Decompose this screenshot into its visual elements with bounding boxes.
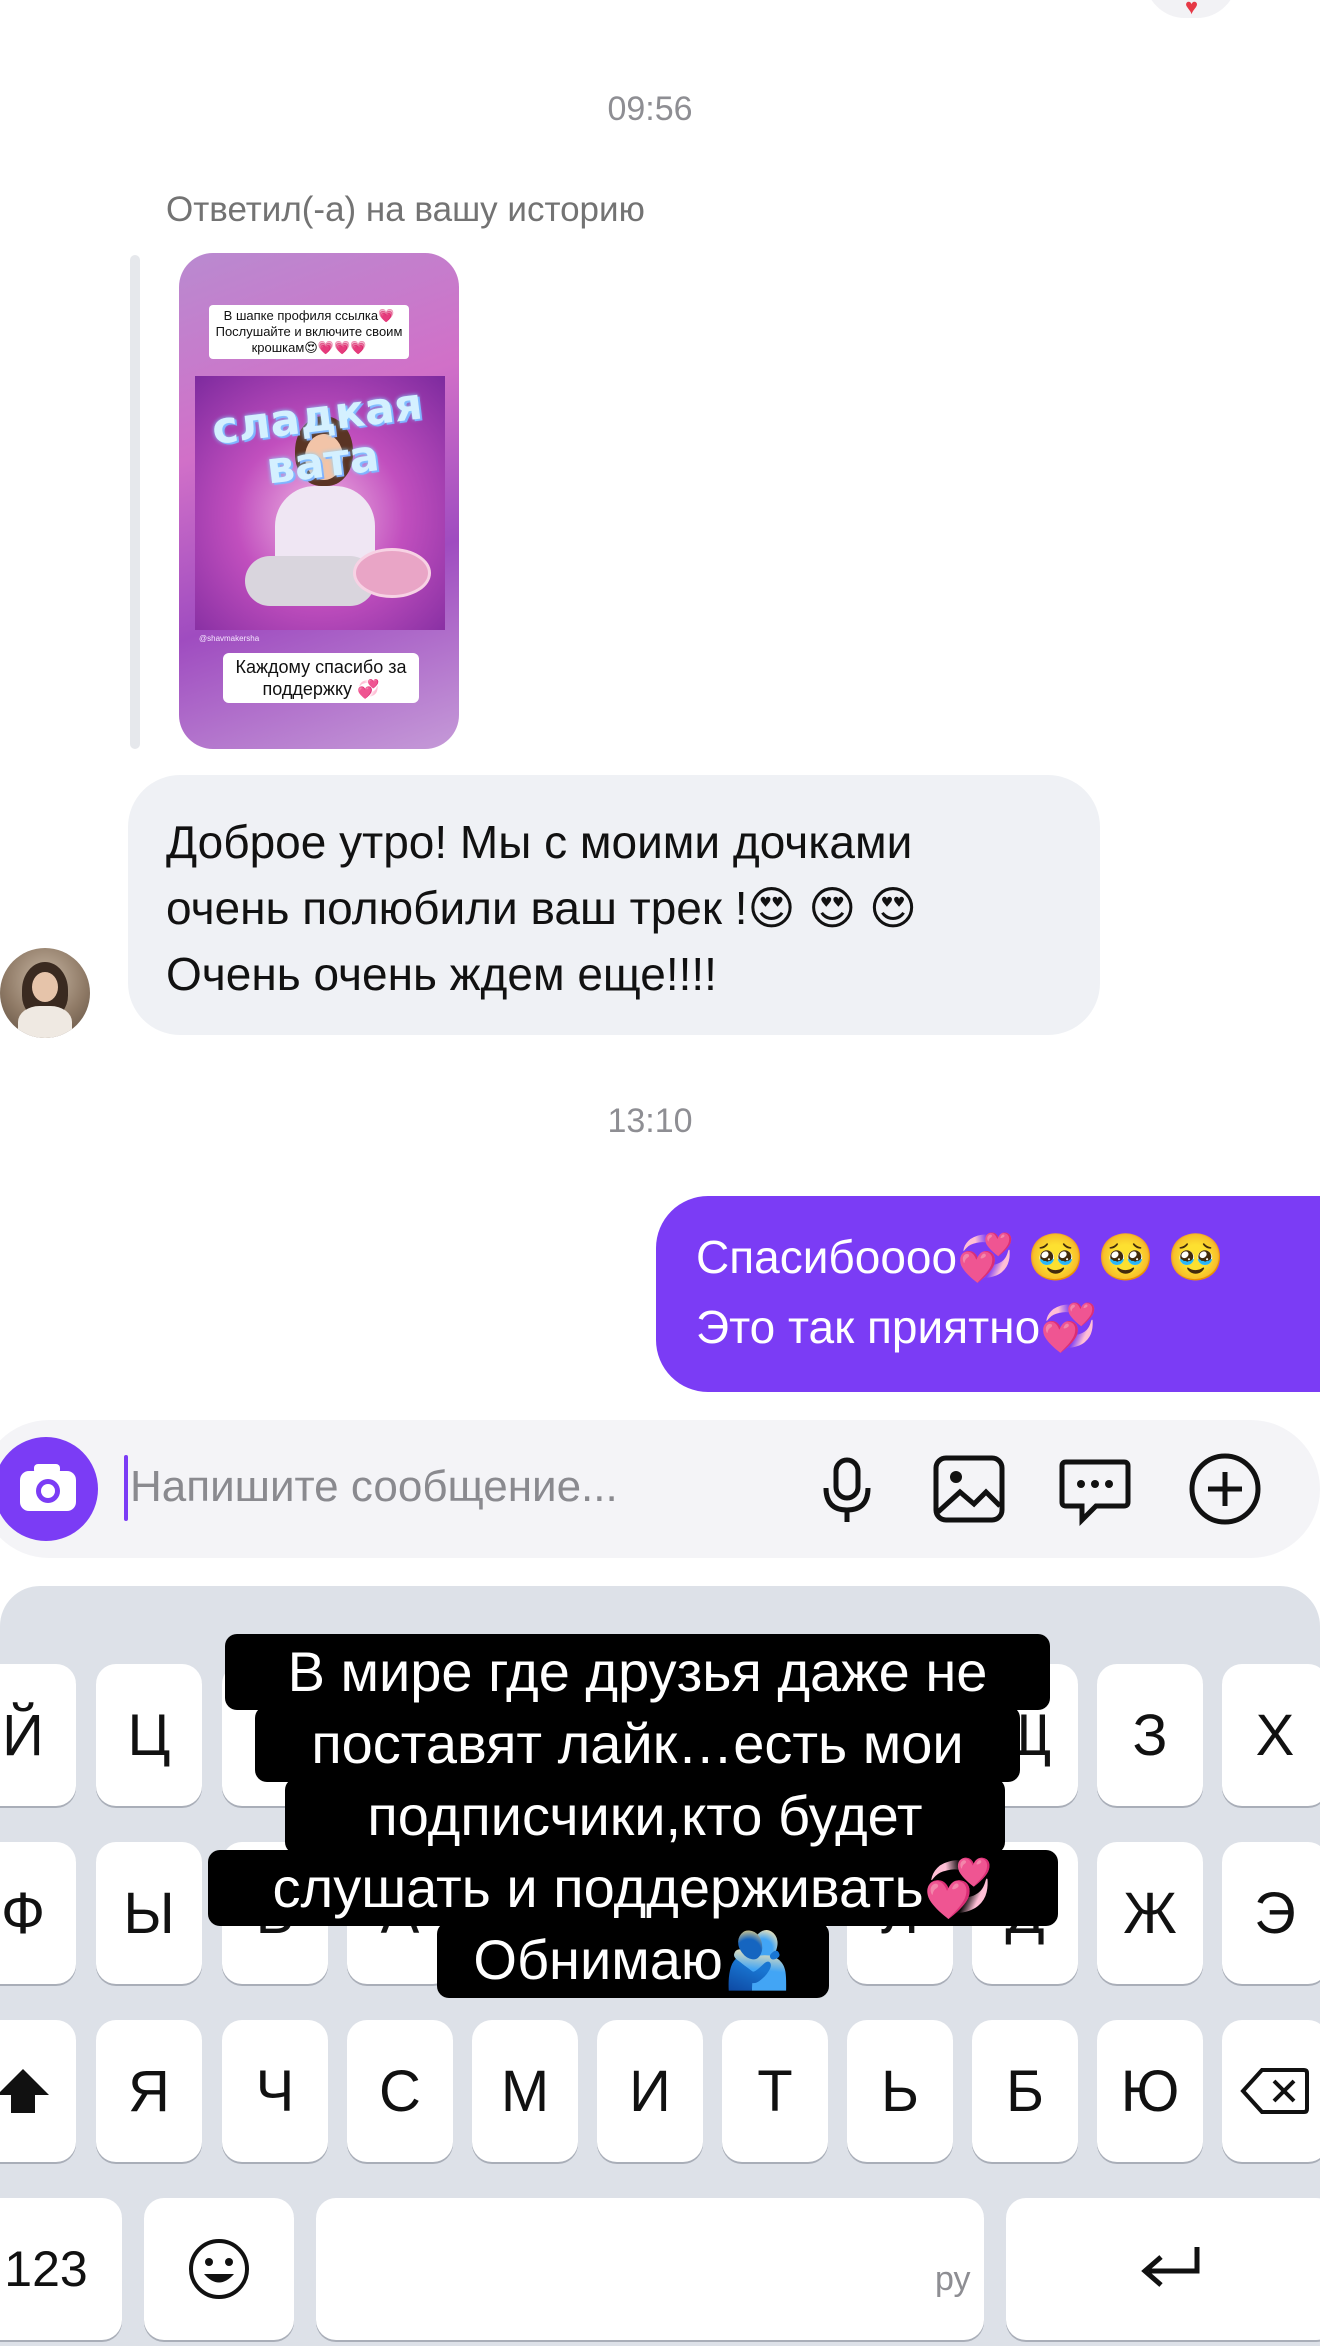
overlay-caption-line: подписчики,кто будет	[285, 1778, 1005, 1854]
key[interactable]: Ц	[96, 1664, 202, 1806]
return-key[interactable]	[1006, 2198, 1320, 2340]
overlay-caption-line: поставят лайк…есть мои	[255, 1706, 1020, 1782]
key[interactable]: М	[472, 2020, 578, 2162]
story-top-caption: В шапке профиля ссылка💗 Послушайте и вкл…	[209, 305, 409, 359]
space-key[interactable]	[316, 2198, 984, 2340]
story-handle: @shavmakersha	[199, 634, 260, 643]
message-line: Доброе утро! Мы с моими дочками	[166, 816, 913, 868]
key[interactable]: Ь	[847, 2020, 953, 2162]
story-photo: сладкая вата	[195, 376, 445, 630]
message-line: Спасибоооо💞 🥹 🥹 🥹	[696, 1231, 1225, 1283]
backspace-icon	[1240, 2068, 1309, 2114]
key[interactable]: Ч	[222, 2020, 328, 2162]
numbers-key[interactable]: 123	[0, 2198, 122, 2340]
camera-icon	[20, 1464, 76, 1511]
gallery-icon[interactable]	[930, 1450, 1008, 1528]
shift-icon	[0, 2069, 49, 2113]
reply-indicator-line	[130, 255, 140, 749]
story-reply-label: Ответил(-а) на вашу историю	[166, 190, 645, 229]
chat-screen: ♥ 09:56 Ответил(-а) на вашу историю В ша…	[0, 0, 1320, 2346]
key[interactable]: Б	[972, 2020, 1078, 2162]
story-photo-title: сладкая вата	[209, 378, 426, 495]
keyboard-language-label: ру	[935, 2260, 971, 2298]
story-cake	[353, 548, 431, 598]
key[interactable]: З	[1097, 1664, 1203, 1806]
emoji-key[interactable]	[144, 2198, 294, 2340]
key[interactable]: Я	[96, 2020, 202, 2162]
avatar-face	[32, 972, 58, 1002]
return-icon	[1141, 2247, 1200, 2287]
backspace-key[interactable]	[1222, 2020, 1320, 2162]
timestamp: 13:10	[607, 1102, 693, 1140]
story-preview[interactable]: В шапке профиля ссылка💗 Послушайте и вкл…	[179, 253, 459, 749]
key[interactable]: Ю	[1097, 2020, 1203, 2162]
message-line: Это так приятно💞	[696, 1301, 1098, 1353]
key[interactable]: И	[597, 2020, 703, 2162]
timestamp: 09:56	[607, 90, 693, 128]
story-bottom-caption: Каждому спасибо за поддержку 💞	[223, 653, 419, 703]
outgoing-message-bubble[interactable]: Спасибоооо💞 🥹 🥹 🥹 Это так приятно💞	[656, 1196, 1320, 1392]
overlay-caption-line: В мире где друзья даже не	[225, 1634, 1050, 1710]
message-line: Очень очень ждем еще!!!!	[166, 948, 717, 1000]
key[interactable]: Й	[0, 1664, 76, 1806]
key[interactable]: С	[347, 2020, 453, 2162]
key[interactable]: Э	[1222, 1842, 1320, 1984]
message-line: очень полюбили ваш трек !😍 😍 😍	[166, 882, 917, 934]
key[interactable]: Ф	[0, 1842, 76, 1984]
overlay-caption-line: Обнимаю🫂	[437, 1922, 829, 1998]
heart-icon: ♥	[1185, 0, 1199, 19]
plus-circle-icon[interactable]	[1186, 1450, 1264, 1528]
shift-key[interactable]	[0, 2020, 76, 2162]
overlay-caption-line: слушать и поддерживать💞	[208, 1850, 1058, 1926]
key[interactable]: Ы	[96, 1842, 202, 1984]
chat-bubble-icon[interactable]	[1056, 1450, 1134, 1528]
emoji-icon	[189, 2239, 249, 2299]
incoming-message-bubble[interactable]: Доброе утро! Мы с моими дочками очень по…	[128, 775, 1100, 1035]
key[interactable]: Ж	[1097, 1842, 1203, 1984]
text-caret	[124, 1455, 128, 1521]
message-input[interactable]	[130, 1452, 690, 1522]
avatar-body	[18, 1006, 72, 1038]
key[interactable]: Х	[1222, 1664, 1320, 1806]
camera-button[interactable]	[0, 1437, 98, 1541]
mic-icon[interactable]	[808, 1450, 886, 1528]
sender-avatar[interactable]	[0, 948, 90, 1038]
key[interactable]: Т	[722, 2020, 828, 2162]
